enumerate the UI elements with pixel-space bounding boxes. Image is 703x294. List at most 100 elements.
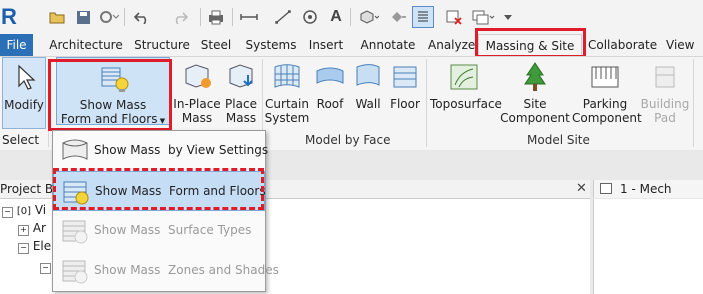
site-label-1: Site <box>523 97 547 111</box>
tree-label: Ele <box>32 239 52 253</box>
wall-face-icon <box>351 61 385 93</box>
tab-steel[interactable]: Steel <box>196 34 236 56</box>
view-tab-icon <box>600 183 612 194</box>
select-panel-label[interactable]: Select ▼ <box>2 133 46 160</box>
tab-view[interactable]: View <box>666 34 703 56</box>
tab-systems[interactable]: Systems <box>244 34 298 56</box>
close-hidden-icon[interactable] <box>444 9 464 25</box>
open-icon[interactable] <box>48 9 66 25</box>
menu-item-show-mass-zones-shades[interactable]: Show Mass Zones and Shades <box>53 251 279 291</box>
parking-label-2: Component <box>572 111 642 125</box>
tab-analyze[interactable]: Analyze <box>428 34 480 56</box>
tree-node-views[interactable]: − [0] Vi <box>2 203 46 218</box>
3d-view-icon[interactable] <box>356 9 380 25</box>
expand-icon[interactable]: + <box>18 225 29 236</box>
print-icon[interactable] <box>206 9 226 25</box>
quick-access-toolbar: R A <box>0 0 703 35</box>
massing-tab-highlight <box>475 28 586 58</box>
pad-label-1: Building <box>640 97 690 111</box>
roof-by-face-button[interactable]: Roof <box>312 57 348 129</box>
toposurface-button[interactable]: Toposurface <box>430 57 502 129</box>
mass-surface-types-icon <box>59 215 91 247</box>
tree-label: Vi <box>34 203 47 217</box>
roof-label: Roof <box>316 97 344 111</box>
tree-icon <box>518 61 552 93</box>
parking-icon <box>588 61 622 93</box>
view-tab[interactable]: 1 - Mech <box>593 180 703 198</box>
wall-by-face-button[interactable]: Wall <box>350 57 386 129</box>
tab-insert[interactable]: Insert <box>304 34 348 56</box>
customize-icon[interactable] <box>502 9 514 25</box>
revit-logo-icon[interactable]: R <box>0 2 20 30</box>
place-mass-icon <box>224 61 258 93</box>
tree-node-collapse[interactable]: − <box>40 259 51 274</box>
tag-icon[interactable] <box>300 9 320 25</box>
mass-view-settings-icon <box>59 135 91 167</box>
tab-architecture[interactable]: Architecture <box>44 34 128 56</box>
tree-node[interactable]: − Ele <box>18 239 51 254</box>
menu-item-show-mass-view-settings[interactable]: Show Mass by View Settings <box>53 131 269 171</box>
in-place-label-2: Mass <box>181 111 213 125</box>
svg-text:R: R <box>1 4 17 29</box>
cursor-arrow-icon <box>7 62 41 94</box>
tree-node[interactable]: + Ar <box>18 221 46 236</box>
building-pad-icon <box>648 61 682 93</box>
in-place-label-1: In-Place <box>173 97 221 111</box>
modify-button[interactable]: Modify <box>2 57 46 129</box>
thin-lines-icon[interactable] <box>412 6 434 28</box>
wall-label: Wall <box>355 97 381 111</box>
menu-item-label: Show Mass Surface Types <box>94 223 252 237</box>
roof-face-icon <box>313 61 347 93</box>
collapse-icon[interactable]: − <box>40 263 51 274</box>
place-label-1: Place <box>225 97 257 111</box>
tab-file[interactable]: File <box>0 34 33 56</box>
views-icon: [0] <box>16 206 31 217</box>
show-mass-highlight <box>48 59 172 131</box>
save-icon[interactable] <box>74 9 92 25</box>
show-mass-dropdown-menu: Show Mass by View Settings Show Mass For… <box>52 130 279 292</box>
menu-item-show-mass-surface-types[interactable]: Show Mass Surface Types <box>53 211 265 251</box>
parking-component-button[interactable]: Parking Component <box>572 57 642 129</box>
menu-item-label: Show Mass Zones and Shades <box>94 263 279 277</box>
tree-label: Ar <box>32 221 46 235</box>
site-component-button[interactable]: Site Component <box>500 57 570 129</box>
switch-windows-icon[interactable] <box>470 9 496 25</box>
undo-icon[interactable] <box>132 9 154 25</box>
tab-collaborate[interactable]: Collaborate <box>588 34 657 56</box>
project-browser-title: Project Br <box>0 182 59 196</box>
curtain-system-button[interactable]: Curtain System <box>264 57 310 129</box>
drawing-area[interactable] <box>593 199 703 294</box>
tab-structure[interactable]: Structure <box>132 34 192 56</box>
curtain-label-2: System <box>264 111 310 125</box>
floor-label: Floor <box>390 97 420 111</box>
curtain-system-icon <box>270 61 304 93</box>
view-tab-title: 1 - Mech <box>620 182 672 196</box>
close-icon[interactable]: ✕ <box>576 181 587 196</box>
site-label-2: Component <box>500 111 570 125</box>
in-place-mass-button[interactable]: In-Place Mass <box>172 57 222 129</box>
redo-icon[interactable] <box>170 9 192 25</box>
toposurface-label: Toposurface <box>430 97 502 111</box>
mass-zones-shades-icon <box>59 255 91 287</box>
dimension-icon[interactable] <box>272 9 294 25</box>
floor-face-icon <box>388 61 422 93</box>
building-pad-button[interactable]: Building Pad <box>640 57 690 129</box>
collapse-icon[interactable]: − <box>18 243 29 254</box>
sync-icon[interactable] <box>98 9 120 25</box>
modify-label: Modify <box>4 98 44 112</box>
place-mass-button[interactable]: Place Mass <box>222 57 260 129</box>
menu-item-label: Show Mass by View Settings <box>94 143 269 157</box>
form-floors-highlight <box>53 168 264 210</box>
in-place-mass-icon <box>180 61 214 93</box>
text-icon[interactable]: A <box>326 8 346 25</box>
floor-by-face-button[interactable]: Floor <box>388 57 422 129</box>
collapse-icon[interactable]: − <box>2 207 13 218</box>
tab-annotate[interactable]: Annotate <box>356 34 420 56</box>
pad-label-2: Pad <box>654 111 676 125</box>
toposurface-icon <box>447 61 481 93</box>
model-by-face-panel-label: Model by Face <box>305 133 391 147</box>
model-site-panel-label: Model Site <box>527 133 590 147</box>
section-icon[interactable] <box>388 9 408 25</box>
place-label-2: Mass <box>225 111 257 125</box>
measure-icon[interactable] <box>238 9 260 25</box>
